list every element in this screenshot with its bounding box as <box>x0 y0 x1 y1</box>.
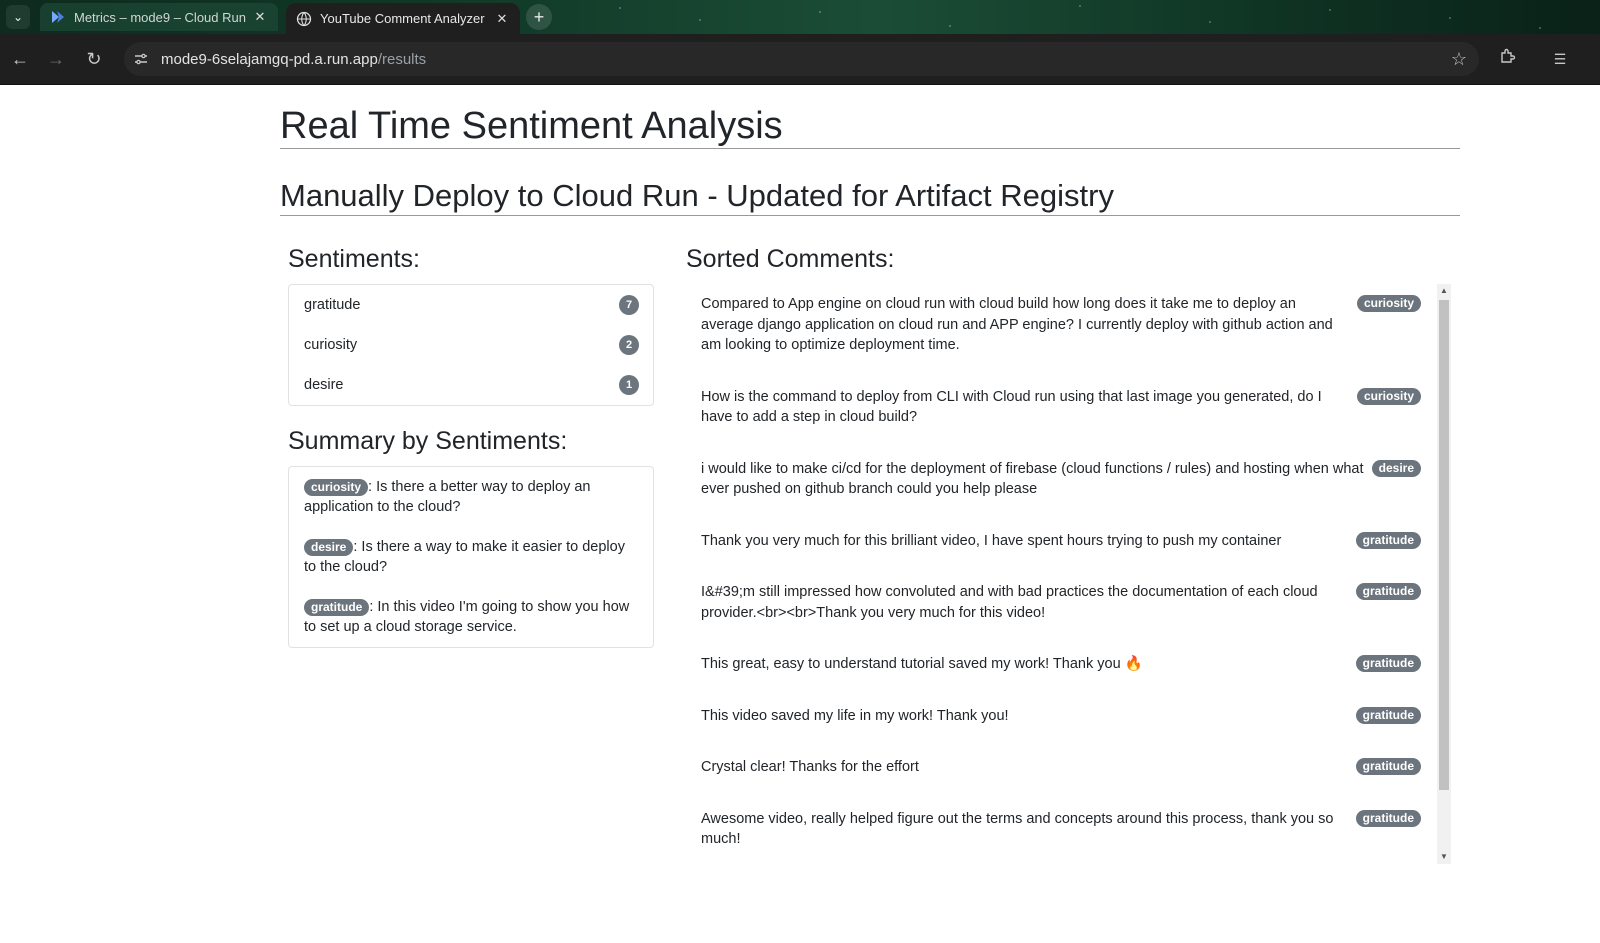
scroll-up-icon[interactable]: ▲ <box>1437 284 1451 298</box>
comment-text: This great, easy to understand tutorial … <box>701 656 1143 672</box>
cloud-run-icon <box>50 9 66 25</box>
list-item: curiosity 2 <box>289 325 653 365</box>
globe-icon <box>296 11 312 27</box>
summary-heading: Summary by Sentiments: <box>288 427 568 455</box>
bookmark-star-icon[interactable]: ☆ <box>1447 49 1471 70</box>
video-title: Manually Deploy to Cloud Run - Updated f… <box>280 177 1460 216</box>
address-bar[interactable]: mode9-6selajamgq-pd.a.run.app/results ☆ <box>124 42 1479 76</box>
count-badge: 7 <box>619 295 639 315</box>
sentiments-heading: Sentiments: <box>288 245 421 273</box>
reload-icon[interactable]: ↻ <box>82 47 106 71</box>
sentiment-badge: gratitude <box>1355 758 1421 775</box>
sentiment-badge: gratitude <box>1355 531 1421 549</box>
comment-item: This video saved my life in my work! Tha… <box>686 696 1436 737</box>
comment-item: Crystal clear! Thanks for the effort grat… <box>686 747 1436 788</box>
comment-text: Thank you very much for this brilliant v… <box>701 532 1282 549</box>
new-tab-button[interactable]: + <box>526 4 552 30</box>
main-container: Real Time Sentiment Analysis Manually De… <box>280 84 1460 864</box>
count-badge: 1 <box>619 375 639 395</box>
tab-comment-analyzer[interactable]: YouTube Comment Analyzer ✕ <box>286 3 520 34</box>
sentiment-badge: curiosity <box>1356 295 1421 312</box>
tab-search-button[interactable]: ⌄ <box>6 5 30 29</box>
tab-metrics[interactable]: Metrics – mode9 – Cloud Run ✕ <box>40 3 278 31</box>
sentiment-badge: gratitude <box>1355 706 1421 724</box>
url-host: mode9-6selajamgq-pd.a.run.app <box>161 50 378 68</box>
side-panel-icon[interactable]: ☰ <box>1548 47 1572 71</box>
sentiment-badge: gratitude <box>1355 583 1421 600</box>
sentiment-label: gratitude <box>304 297 361 313</box>
comment-item: This great, easy to understand tutorial … <box>686 644 1436 685</box>
comment-text: Crystal clear! Thanks for the effort <box>701 759 919 775</box>
left-column: Sentiments: gratitude 7 curiosity 2 desi… <box>288 244 654 648</box>
comment-text: i would like to make ci/cd for the deplo… <box>701 460 1364 498</box>
scroll-thumb[interactable] <box>1439 300 1449 790</box>
site-info-icon[interactable] <box>127 45 155 73</box>
close-icon[interactable]: ✕ <box>252 9 268 25</box>
url-path: /results <box>377 50 427 68</box>
comment-text: I&#39;m still impressed how convoluted a… <box>701 584 1318 621</box>
url-text: mode9-6selajamgq-pd.a.run.app/results <box>161 51 1447 68</box>
summary-text: : Is there a way to make it easier to de… <box>304 539 625 575</box>
sentiment-label: curiosity <box>304 337 358 353</box>
sentiment-badge: gratitude <box>304 599 370 616</box>
comment-item: I&#39;m still impressed how convoluted a… <box>686 572 1436 633</box>
comment-item: Compared to App engine on cloud run with… <box>686 284 1436 366</box>
list-item: desire 1 <box>289 365 653 405</box>
summary-item: gratitude: In this video I'm going to sh… <box>304 597 638 637</box>
extensions-icon[interactable] <box>1496 47 1520 71</box>
comments-scrollbar[interactable]: ▲ ▼ <box>1437 284 1451 864</box>
sentiment-badge: gratitude <box>1355 809 1421 827</box>
summary-item: desire: Is there a way to make it easier… <box>304 537 638 577</box>
sentiment-badge: gratitude <box>1355 655 1421 672</box>
tab-title: Metrics – mode9 – Cloud Run <box>74 9 246 25</box>
forward-icon[interactable]: → <box>44 47 68 71</box>
back-icon[interactable]: ← <box>8 47 32 71</box>
comment-text: Compared to App engine on cloud run with… <box>701 296 1333 353</box>
comment-item: i would like to make ci/cd for the deplo… <box>686 449 1436 510</box>
comment-text: Awesome video, really helped figure out … <box>701 810 1334 848</box>
right-column: Sorted Comments: Compared to App engine … <box>686 244 1460 864</box>
comment-item: Awesome video, really helped figure out … <box>686 799 1436 860</box>
sentiment-badge: curiosity <box>304 479 369 496</box>
comment-item: How is the command to deploy from CLI wi… <box>686 377 1436 438</box>
list-item: gratitude 7 <box>289 285 653 325</box>
comments-heading: Sorted Comments: <box>686 245 895 273</box>
sentiment-badge: curiosity <box>1356 387 1421 405</box>
tab-title: YouTube Comment Analyzer <box>320 11 485 26</box>
comments-panel[interactable]: Compared to App engine on cloud run with… <box>686 284 1460 864</box>
comment-text: How is the command to deploy from CLI wi… <box>701 388 1322 426</box>
sentiment-badge: desire <box>304 539 354 556</box>
close-icon[interactable]: ✕ <box>494 11 510 27</box>
summary-list: curiosity: Is there a better way to depl… <box>288 466 654 648</box>
browser-tab-strip: ⌄ Metrics – mode9 – Cloud Run ✕ YouTube … <box>0 0 1600 34</box>
summary-item: curiosity: Is there a better way to depl… <box>304 477 638 517</box>
comment-item: Thank you very much for this brilliant v… <box>686 521 1436 562</box>
sentiment-badge: desire <box>1371 459 1421 477</box>
count-badge: 2 <box>619 335 639 355</box>
comment-text: This video saved my life in my work! Tha… <box>701 707 1009 724</box>
sentiments-list: gratitude 7 curiosity 2 desire 1 <box>288 284 654 406</box>
page-title: Real Time Sentiment Analysis <box>280 104 1460 149</box>
scroll-down-icon[interactable]: ▼ <box>1437 850 1451 864</box>
browser-toolbar: ← → ↻ mode9-6selajamgq-pd.a.run.app/resu… <box>0 34 1600 85</box>
sentiment-label: desire <box>304 377 344 393</box>
comments-list[interactable]: Compared to App engine on cloud run with… <box>686 284 1436 864</box>
